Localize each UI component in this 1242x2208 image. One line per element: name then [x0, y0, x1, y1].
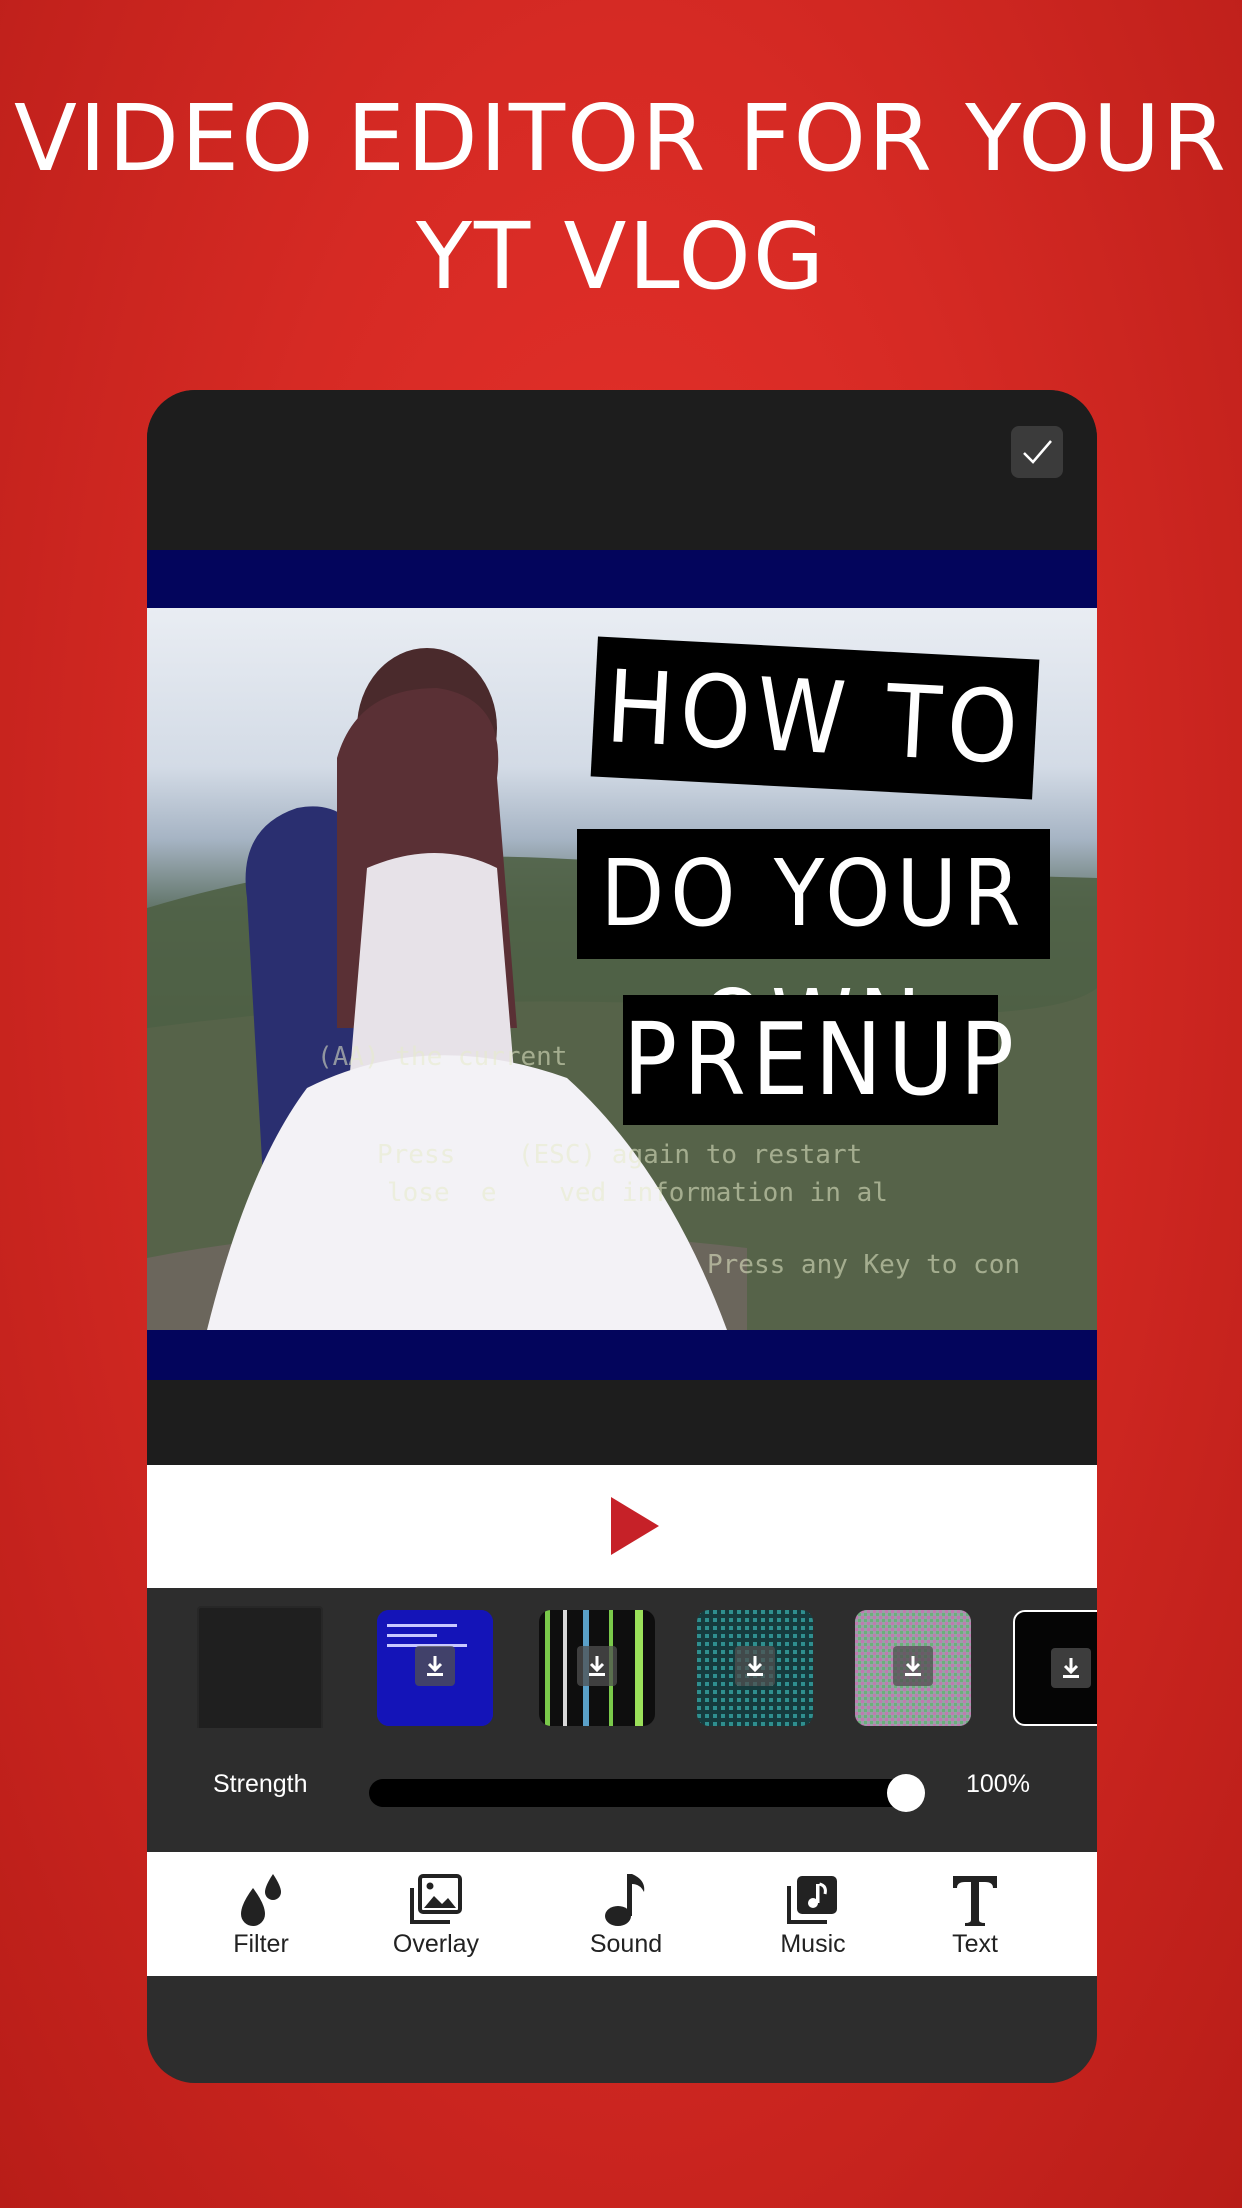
headline-line-1: VIDEO EDITOR FOR YOUR [14, 85, 1228, 192]
glitch-text-2: Press (ESC) again to restart [377, 1140, 863, 1170]
effect-thumb-static-noise[interactable] [855, 1610, 971, 1726]
strength-value: 100% [966, 1770, 1030, 1798]
video-frame: HOW TO DO YOUR OWN PRENUP (AA) the curre… [147, 550, 1097, 1380]
effect-thumb-none[interactable] [197, 1606, 323, 1728]
toolbar-sound[interactable]: Sound [561, 1866, 691, 1959]
glitch-text-4: Press any Key to con [707, 1250, 1021, 1280]
music-library-icon [787, 1876, 837, 1924]
strength-label: Strength [213, 1770, 308, 1798]
headline: VIDEO EDITOR FOR YOUR YT VLOG [0, 80, 1242, 316]
download-icon[interactable] [415, 1646, 455, 1686]
effect-thumb-teal-noise[interactable] [697, 1610, 813, 1726]
confirm-button[interactable] [1011, 426, 1063, 478]
toolbar-music[interactable]: Music [748, 1866, 878, 1959]
drops-icon [241, 1874, 281, 1926]
toolbar-text-label: Text [952, 1930, 998, 1958]
phone-frame: HOW TO DO YOUR OWN PRENUP (AA) the curre… [147, 390, 1097, 2083]
effect-thumb-green-stripes[interactable] [539, 1610, 655, 1726]
playback-bar [147, 1465, 1097, 1588]
glitch-text-1: (AA) the current [317, 1042, 568, 1072]
toolbar-overlay-label: Overlay [392, 1930, 480, 1958]
toolbar-text[interactable]: Text [910, 1866, 1040, 1959]
note-icon [605, 1874, 645, 1926]
download-icon[interactable] [893, 1646, 933, 1686]
top-bar [147, 390, 1097, 550]
strength-row: Strength 100% [147, 1728, 1097, 1852]
strength-slider-track[interactable] [369, 1779, 913, 1807]
download-icon[interactable] [1051, 1648, 1091, 1688]
play-button[interactable] [611, 1497, 659, 1555]
toolbar-sound-label: Sound [589, 1930, 663, 1958]
caption-line-3[interactable]: PRENUP [623, 995, 1014, 1125]
glitch-text-3: lose e ved information in al [387, 1178, 888, 1208]
effect-thumb-blue-screen[interactable] [377, 1610, 493, 1726]
download-icon[interactable] [735, 1646, 775, 1686]
text-T-icon [953, 1876, 997, 1926]
headline-line-2: YT VLOG [415, 203, 827, 310]
toolbar-overlay[interactable]: Overlay [371, 1866, 501, 1959]
effect-thumb-terminal[interactable] [1013, 1610, 1097, 1726]
toolbar-filter-label: Filter [233, 1930, 289, 1958]
effect-thumbnails [147, 1588, 1097, 1728]
checkmark-icon [1023, 440, 1052, 464]
bottom-toolbar: Filter Overlay Sound Music Text [147, 1852, 1097, 1976]
video-scene: HOW TO DO YOUR OWN PRENUP (AA) the curre… [147, 608, 1097, 1330]
strength-slider-knob[interactable] [887, 1774, 925, 1812]
toolbar-music-label: Music [780, 1930, 846, 1958]
caption-line-2[interactable]: DO YOUR OWN [577, 829, 1050, 1077]
video-preview-area[interactable]: HOW TO DO YOUR OWN PRENUP (AA) the curre… [147, 550, 1097, 1622]
images-icon [410, 1874, 462, 1924]
caption-line-1[interactable]: HOW TO [590, 636, 1040, 800]
toolbar-filter[interactable]: Filter [196, 1866, 326, 1959]
download-icon[interactable] [577, 1646, 617, 1686]
